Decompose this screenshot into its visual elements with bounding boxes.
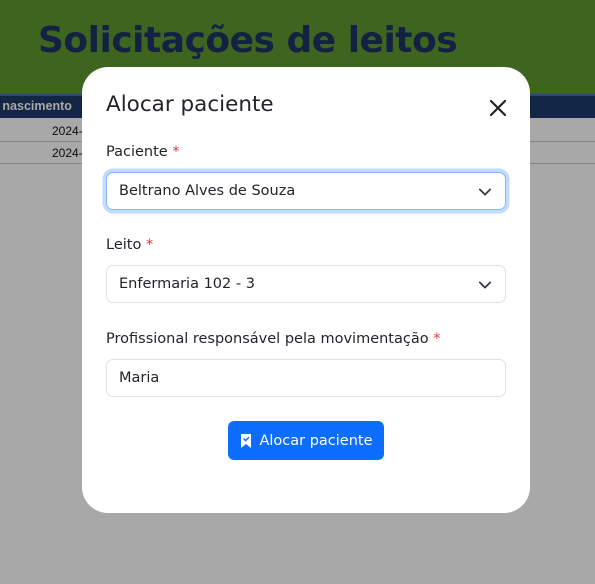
required-mark: * [172, 144, 180, 160]
bed-select[interactable]: Enfermaria 102 - 3 [106, 265, 506, 303]
professional-input[interactable]: Maria [106, 359, 506, 397]
professional-label-text: Profissional responsável pela movimentaç… [106, 331, 429, 347]
professional-label: Profissional responsável pela movimentaç… [106, 331, 440, 347]
patient-label-text: Paciente [106, 144, 168, 160]
chevron-down-icon [478, 188, 492, 196]
bookmark-icon [241, 433, 252, 448]
modal-title: Alocar paciente [106, 92, 274, 117]
patient-select-value: Beltrano Alves de Souza [119, 183, 296, 199]
bed-label: Leito * [106, 237, 153, 253]
bed-label-text: Leito [106, 237, 142, 253]
patient-select[interactable]: Beltrano Alves de Souza [106, 172, 506, 210]
required-mark: * [145, 237, 154, 253]
patient-label: Paciente * [106, 144, 180, 160]
required-mark: * [433, 331, 441, 347]
chevron-down-icon [478, 281, 492, 289]
allocate-patient-button[interactable]: Alocar paciente [228, 421, 384, 460]
bed-select-value: Enfermaria 102 - 3 [119, 276, 255, 292]
close-button[interactable] [486, 96, 510, 120]
professional-input-value: Maria [119, 370, 160, 386]
close-icon [489, 99, 507, 117]
allocate-patient-button-label: Alocar paciente [259, 432, 373, 449]
allocate-patient-modal: Alocar paciente Paciente * Beltrano Alve… [82, 67, 530, 513]
